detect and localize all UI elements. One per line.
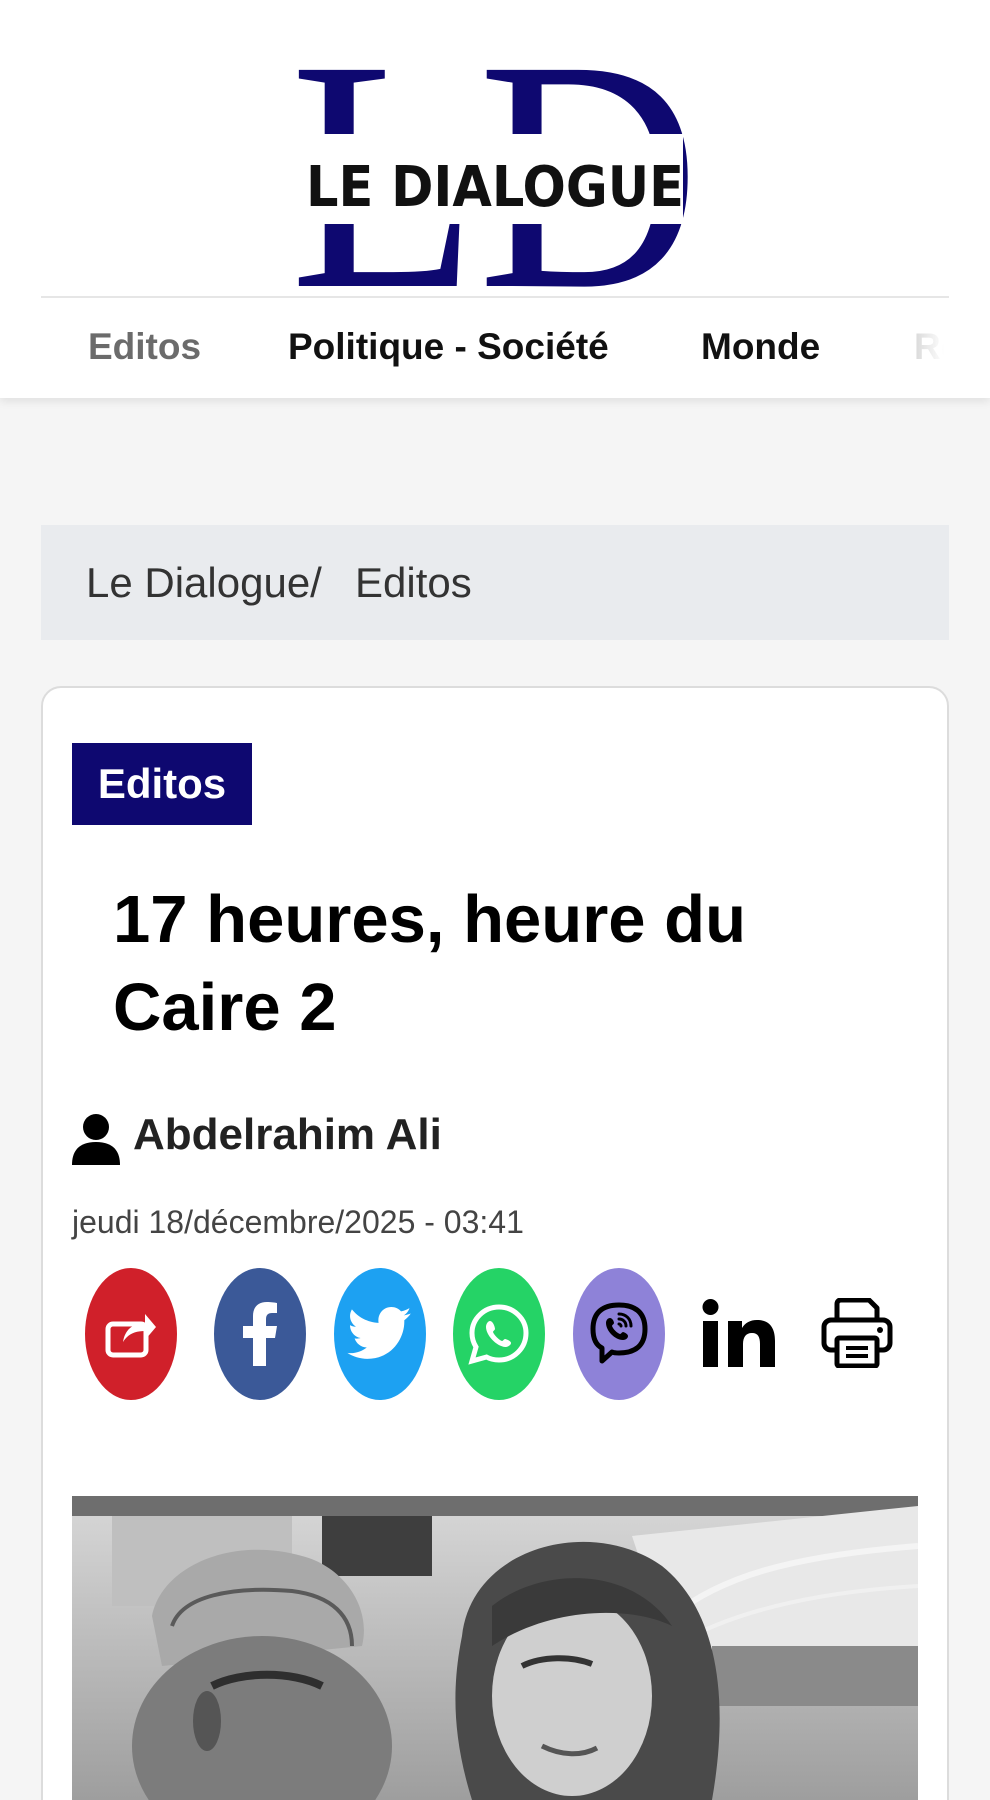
print-icon — [821, 1297, 893, 1373]
nav-item-monde[interactable]: Monde — [701, 298, 820, 396]
main-nav: Editos Politique - Société Monde Re — [41, 298, 949, 396]
svg-text:LE DIALOGUE: LE DIALOGUE — [306, 155, 684, 220]
viber-share-button[interactable] — [573, 1268, 665, 1400]
author-name[interactable]: Abdelrahim Ali — [133, 1105, 442, 1165]
viber-icon — [588, 1301, 650, 1367]
site-header: LD LE DIALOGUE Editos Politique - Sociét… — [0, 0, 990, 398]
site-logo[interactable]: LD LE DIALOGUE — [285, 16, 705, 292]
linkedin-icon — [701, 1298, 777, 1372]
publish-date: jeudi 18/décembre/2025 - 03:41 — [72, 1204, 524, 1240]
whatsapp-share-button[interactable] — [453, 1268, 545, 1400]
print-button[interactable] — [812, 1290, 902, 1380]
twitter-icon — [347, 1307, 413, 1361]
breadcrumb-current[interactable]: Editos — [355, 525, 472, 640]
breadcrumb: Le Dialogue/ Editos — [41, 525, 949, 640]
article-photo[interactable] — [72, 1496, 918, 1800]
article-title: 17 heures, heure du Caire 2 — [113, 882, 746, 1045]
nav-item-editos[interactable]: Editos — [88, 298, 201, 396]
linkedin-share-button[interactable] — [694, 1290, 784, 1380]
facebook-share-button[interactable] — [214, 1268, 306, 1400]
nav-item-politique-societe[interactable]: Politique - Société — [288, 298, 609, 396]
share-icon — [105, 1310, 157, 1358]
twitter-share-button[interactable] — [334, 1268, 426, 1400]
breadcrumb-home[interactable]: Le Dialogue/ — [86, 525, 322, 640]
category-badge[interactable]: Editos — [72, 743, 252, 825]
facebook-icon — [242, 1302, 278, 1366]
user-icon — [72, 1113, 120, 1165]
whatsapp-icon — [467, 1302, 531, 1366]
share-button[interactable] — [85, 1268, 177, 1400]
nav-fade — [899, 298, 949, 396]
